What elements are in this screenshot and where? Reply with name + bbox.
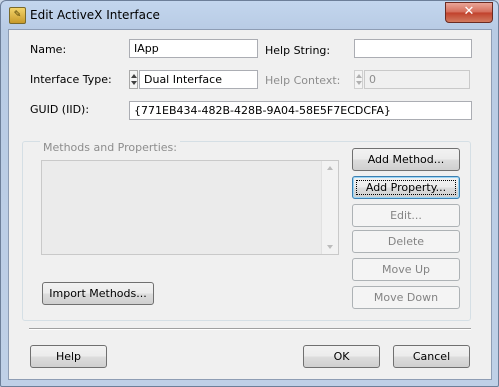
spin-up-icon [356, 74, 362, 78]
help-context-label: Help Context: [265, 74, 341, 87]
delete-button: Delete [352, 230, 460, 253]
interface-type-label: Interface Type: [30, 73, 112, 86]
scroll-up-icon [327, 166, 333, 170]
close-button[interactable]: ✕ [445, 2, 493, 23]
footer-separator [29, 328, 471, 330]
spin-up-icon[interactable] [131, 74, 137, 78]
move-down-button: Move Down [352, 286, 460, 309]
help-string-input[interactable] [354, 39, 472, 58]
help-button[interactable]: Help [30, 345, 107, 368]
help-string-label: Help String: [265, 44, 331, 57]
activex-app-icon: ✎ [9, 7, 26, 24]
window-title: Edit ActiveX Interface [30, 8, 160, 22]
spin-down-icon[interactable] [131, 81, 137, 85]
name-input[interactable]: IApp [129, 39, 258, 58]
scroll-down-icon [327, 245, 333, 249]
help-context-field: 0 [364, 70, 470, 89]
interface-type-field[interactable]: Dual Interface [139, 70, 258, 89]
help-context-spinner [354, 70, 363, 89]
add-method-button[interactable]: Add Method... [352, 148, 460, 171]
spin-down-icon [356, 81, 362, 85]
listbox-scrollbar [321, 161, 338, 254]
import-methods-button[interactable]: Import Methods... [42, 282, 154, 305]
methods-listbox [41, 160, 339, 255]
methods-group-label: Methods and Properties: [40, 141, 180, 154]
ok-button[interactable]: OK [303, 345, 380, 368]
interface-type-spinner[interactable] [129, 70, 138, 89]
dialog-window: ✎ Edit ActiveX Interface ✕ Name: IApp He… [0, 0, 499, 387]
add-property-button[interactable]: Add Property... [352, 176, 460, 199]
move-up-button: Move Up [352, 258, 460, 281]
guid-input[interactable]: {771EB434-482B-428B-9A04-58E5F7ECDCFA} [129, 101, 472, 120]
guid-label: GUID (IID): [30, 103, 90, 116]
title-bar[interactable]: ✎ Edit ActiveX Interface ✕ [1, 1, 498, 29]
edit-button: Edit... [352, 204, 460, 227]
cancel-button[interactable]: Cancel [393, 345, 470, 368]
name-label: Name: [30, 43, 67, 56]
